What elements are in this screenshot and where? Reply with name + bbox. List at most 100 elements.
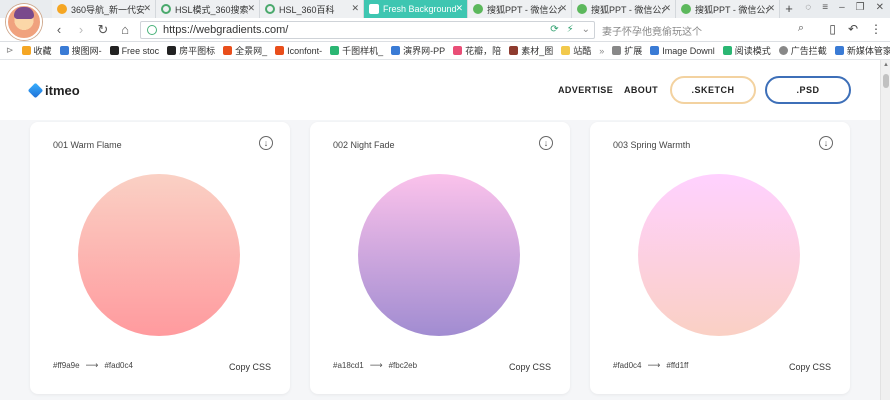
tab[interactable]: 搜狐PPT - 微信公众 ✕: [572, 0, 676, 18]
tab-close-icon[interactable]: ✕: [143, 3, 151, 14]
reload-icon[interactable]: ↻: [92, 22, 114, 38]
tab-active[interactable]: Fresh Backgrounds ✕: [364, 0, 468, 18]
color-from[interactable]: #fad0c4: [613, 361, 641, 370]
extension-item[interactable]: 新媒体管家: [834, 44, 890, 57]
bookmarks-overflow[interactable]: »: [599, 46, 604, 56]
color-from[interactable]: #ff9a9e: [53, 361, 80, 370]
media-manager-icon: [834, 46, 844, 55]
nav-advertise-link[interactable]: ADVERTISE: [558, 85, 613, 95]
url-text: https://webgradients.com/: [163, 24, 289, 36]
extension-item[interactable]: 阅读模式: [722, 44, 771, 57]
gradient-preview[interactable]: [638, 174, 800, 336]
minimize-icon[interactable]: –: [839, 2, 845, 13]
copy-css-button[interactable]: Copy CSS: [509, 362, 551, 372]
download-image-icon: [650, 46, 660, 55]
bookmark-item[interactable]: 房平图标: [167, 44, 215, 57]
scrollbar-thumb[interactable]: [883, 74, 889, 88]
skin-icon[interactable]: ◌: [805, 2, 811, 13]
extension-item[interactable]: Image Downl: [650, 46, 715, 56]
url-dropdown-icon[interactable]: ⌄: [582, 24, 590, 35]
tab[interactable]: HSL模式_360搜索 ✕: [156, 0, 260, 18]
psd-button[interactable]: .PSD: [765, 76, 851, 104]
bookmark-favicon-icon: [330, 46, 340, 55]
gradient-card: 002 Night Fade ↓ #a18cd1 ⟶ #fbc2eb Copy …: [310, 122, 570, 394]
tab-label: 360导航_新一代安: [71, 4, 145, 15]
tab-bar: 360导航_新一代安 ✕ HSL模式_360搜索 ✕ HSL_360百科 ✕ Fres…: [0, 0, 890, 18]
gradient-colors: #ff9a9e ⟶ #fad0c4: [53, 360, 133, 371]
bookmark-item[interactable]: 收藏: [21, 44, 52, 57]
tab-label: Fresh Backgrounds: [383, 4, 457, 14]
download-icon[interactable]: ↓: [819, 136, 833, 150]
tab-close-icon[interactable]: ✕: [767, 3, 775, 14]
bookmark-favicon-icon: [275, 46, 285, 55]
tab[interactable]: 360导航_新一代安 ✕: [52, 0, 156, 18]
back-icon[interactable]: ‹: [48, 22, 70, 37]
tab[interactable]: HSL_360百科 ✕: [260, 0, 364, 18]
refresh-status-icon[interactable]: ⟳: [550, 24, 558, 35]
tab[interactable]: 搜狐PPT - 微信公众 ✕: [468, 0, 572, 18]
extension-item[interactable]: 扩展: [612, 44, 642, 57]
copy-css-button[interactable]: Copy CSS: [229, 362, 271, 372]
speed-icon[interactable]: ⚡: [567, 24, 574, 35]
gradient-title: 003 Spring Warmth: [613, 140, 691, 150]
tab[interactable]: 搜狐PPT - 微信公众 ✕: [676, 0, 780, 18]
bookmark-item[interactable]: 花瓣，陪: [453, 44, 501, 57]
tab-favicon-icon: [681, 4, 691, 14]
undo-icon[interactable]: ↶: [848, 22, 858, 36]
bookmark-item[interactable]: 站酷: [561, 44, 591, 57]
color-to[interactable]: #fbc2eb: [389, 361, 417, 370]
user-avatar[interactable]: [6, 4, 42, 40]
bookmark-item[interactable]: 搜图网-: [59, 44, 102, 57]
bookmark-item[interactable]: 演界网-PP: [391, 44, 445, 57]
home-icon[interactable]: ⌂: [114, 22, 136, 37]
menu-icon[interactable]: ≡: [822, 2, 828, 13]
webpage: itmeo ADVERTISE ABOUT .SKETCH .PSD 001 W…: [0, 60, 880, 400]
forward-icon[interactable]: ›: [70, 22, 92, 37]
color-to[interactable]: #ffd1ff: [666, 361, 688, 370]
more-icon[interactable]: ⋮: [870, 22, 882, 36]
tab-favicon-icon: [369, 4, 379, 14]
bookmark-item[interactable]: Free stoc: [109, 46, 159, 56]
color-to[interactable]: #fad0c4: [104, 361, 132, 370]
download-icon[interactable]: ↓: [539, 136, 553, 150]
window-controls: ◌ ≡ – ❐ ✕: [805, 2, 884, 13]
bookmark-item[interactable]: 素材_图: [509, 44, 553, 57]
site-logo[interactable]: itmeo: [27, 82, 80, 99]
search-placeholder: 妻子怀孕他竟偷玩这个: [602, 26, 702, 38]
bookmarks-toggle-icon[interactable]: ⊳: [6, 45, 14, 56]
phone-icon[interactable]: ▯: [829, 22, 836, 36]
tab-close-icon[interactable]: ✕: [663, 3, 671, 14]
tab-close-icon[interactable]: ✕: [559, 3, 567, 14]
bookmark-favicon-icon: [509, 46, 519, 55]
bookmark-favicon-icon: [59, 46, 69, 55]
bookmark-item[interactable]: 千图样机_: [330, 44, 383, 57]
close-window-icon[interactable]: ✕: [876, 2, 884, 13]
url-field[interactable]: https://webgradients.com/ ⟳ ⚡ ⌄: [140, 21, 595, 39]
bookmark-item[interactable]: 全景网_: [223, 44, 267, 57]
sketch-button[interactable]: .SKETCH: [670, 76, 756, 104]
bookmark-item[interactable]: Iconfont-: [275, 46, 322, 56]
search-input[interactable]: 妻子怀孕他竟偷玩这个 ⌕: [598, 21, 808, 39]
tab-close-icon[interactable]: ✕: [247, 3, 255, 14]
toolbar-icons: ▯ ↶ ⋮: [829, 22, 882, 36]
scroll-up-icon[interactable]: ▲: [883, 62, 889, 68]
maximize-icon[interactable]: ❐: [856, 2, 865, 13]
search-icon[interactable]: ⌕: [798, 22, 804, 35]
copy-css-button[interactable]: Copy CSS: [789, 362, 831, 372]
tab-close-icon[interactable]: ✕: [455, 3, 463, 14]
gradient-preview[interactable]: [358, 174, 520, 336]
bookmark-favicon-icon: [453, 46, 463, 55]
download-icon[interactable]: ↓: [259, 136, 273, 150]
gradient-card: 001 Warm Flame ↓ #ff9a9e ⟶ #fad0c4 Copy …: [30, 122, 290, 394]
logo-text: itmeo: [45, 83, 80, 98]
extension-item[interactable]: 广告拦截: [778, 44, 827, 57]
gradient-card: 003 Spring Warmth ↓ #fad0c4 ⟶ #ffd1ff Co…: [590, 122, 850, 394]
new-tab-button[interactable]: +: [780, 0, 798, 18]
site-header: itmeo ADVERTISE ABOUT .SKETCH .PSD: [0, 60, 880, 120]
tab-favicon-icon: [57, 4, 67, 14]
color-from[interactable]: #a18cd1: [333, 361, 364, 370]
gradient-preview[interactable]: [78, 174, 240, 336]
page-scrollbar[interactable]: ▲: [880, 60, 890, 400]
tab-close-icon[interactable]: ✕: [351, 3, 359, 14]
nav-about-link[interactable]: ABOUT: [624, 85, 658, 95]
